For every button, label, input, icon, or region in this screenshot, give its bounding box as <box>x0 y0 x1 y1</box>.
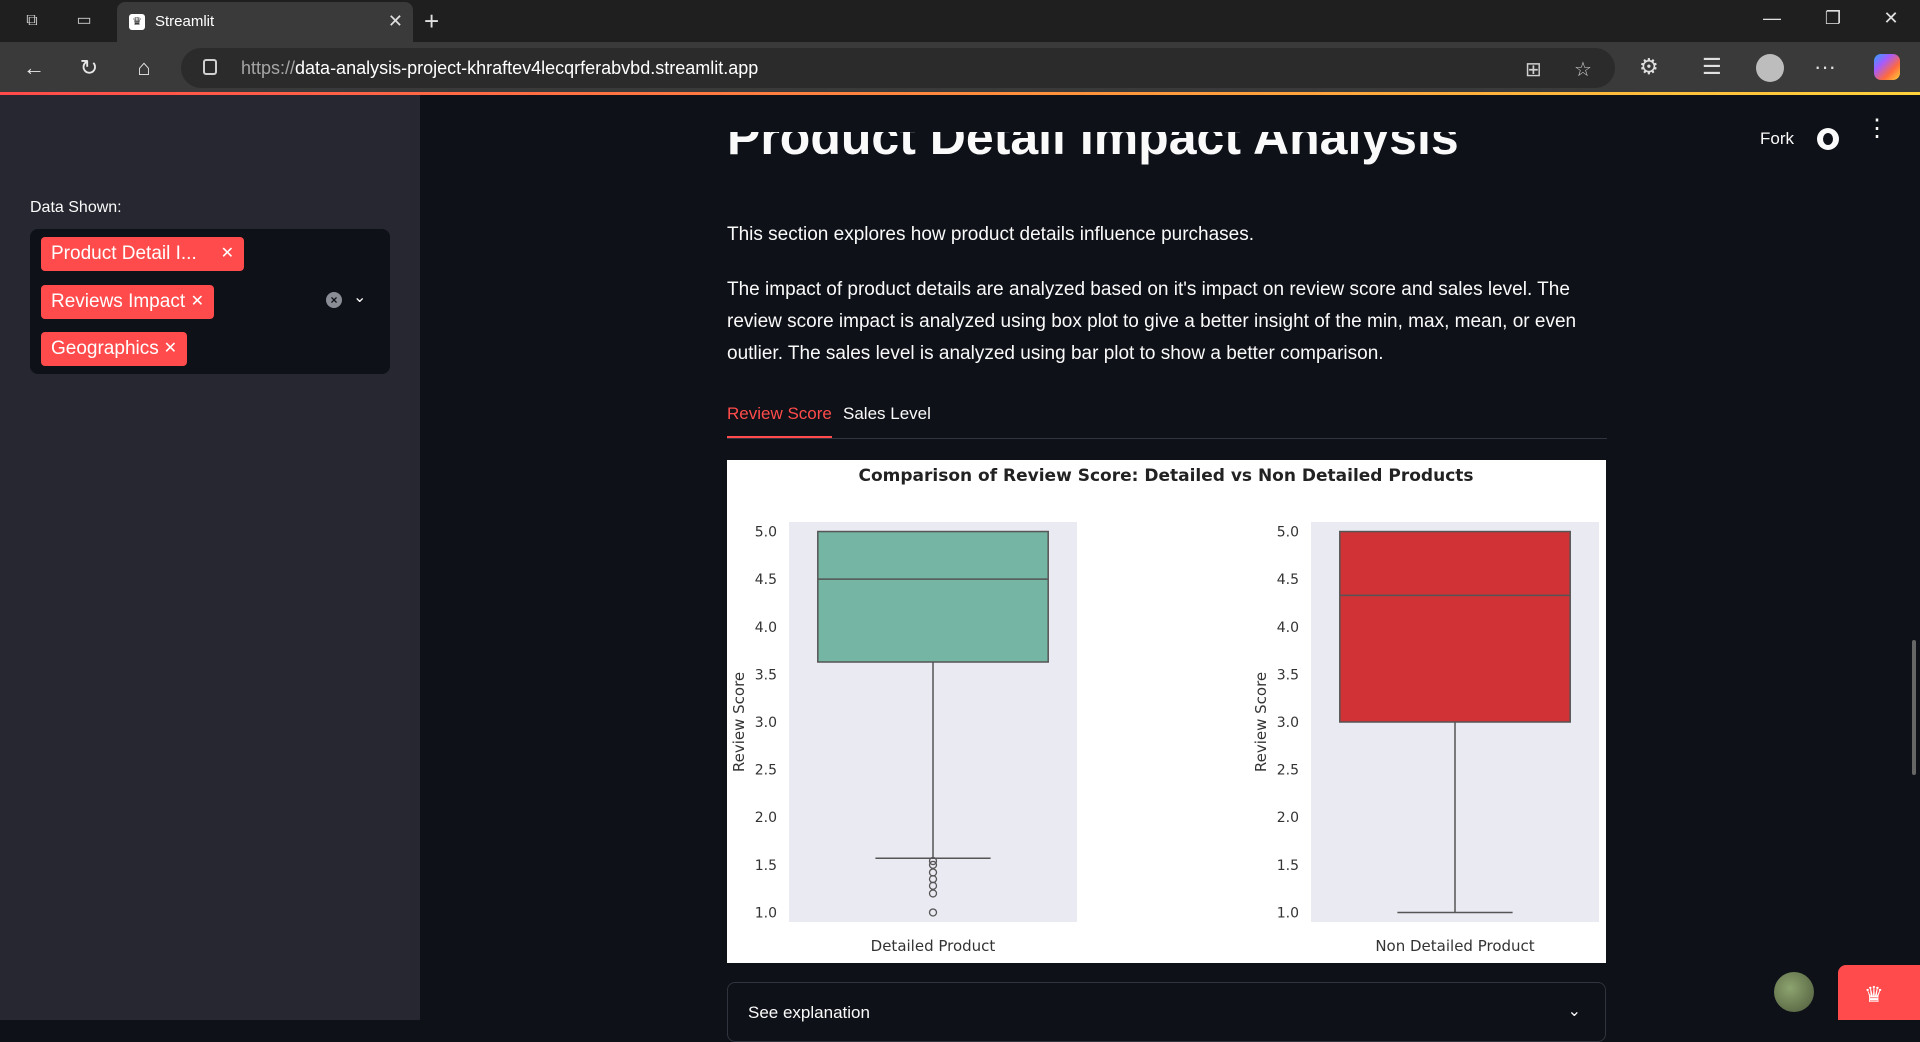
y-tick-label: 4.0 <box>755 620 777 636</box>
tab-title: Streamlit <box>155 13 215 30</box>
boxplot-svg: Comparison of Review Score: Detailed vs … <box>730 466 1599 955</box>
y-tick-label: 2.5 <box>755 763 777 779</box>
streamlit-badge[interactable]: ♛ <box>1838 965 1920 1020</box>
url-text[interactable]: https://data-analysis-project-khraftev4l… <box>241 58 758 79</box>
window-close-icon[interactable]: ✕ <box>1876 8 1906 29</box>
close-tab-icon[interactable]: ✕ <box>388 11 403 32</box>
expander-label: See explanation <box>748 1003 870 1022</box>
new-tab-icon[interactable]: + <box>424 6 439 37</box>
tab-review-score[interactable]: Review Score <box>727 404 832 438</box>
y-tick-label: 1.5 <box>1277 858 1299 874</box>
browser-toolbar: ← ↻ ⌂ https://data-analysis-project-khra… <box>0 42 1920 94</box>
y-axis-label: Review Score <box>1252 672 1270 772</box>
chip-product-detail[interactable]: Product Detail I... ✕ <box>41 237 244 271</box>
chip-label: Geographics <box>51 338 159 359</box>
viewer-avatar[interactable] <box>1774 972 1814 1012</box>
boxplot-chart: Comparison of Review Score: Detailed vs … <box>727 460 1606 963</box>
tab-list: Review Score Sales Level <box>727 396 1607 439</box>
copilot-icon[interactable] <box>1874 54 1900 80</box>
data-shown-multiselect[interactable]: Product Detail I... ✕ Reviews Impact ✕ G… <box>30 229 390 374</box>
extensions-icon[interactable]: ⚙ <box>1639 54 1659 80</box>
y-tick-label: 1.0 <box>1277 905 1299 921</box>
page-title: Product Detail Impact Analysis <box>727 132 1459 165</box>
home-icon[interactable]: ⌂ <box>132 56 156 80</box>
browser-tab-bar: ⧉ ▭ ♛ Streamlit ✕ + — ❐ ✕ <box>0 0 1920 42</box>
x-tick-label: Detailed Product <box>871 937 996 955</box>
intro-text: This section explores how product detail… <box>727 224 1255 245</box>
y-tick-label: 4.5 <box>1277 572 1299 588</box>
y-tick-label: 5.0 <box>755 525 777 541</box>
data-shown-label: Data Shown: <box>30 199 122 216</box>
page-scrollbar[interactable] <box>1912 640 1916 775</box>
y-tick-label: 3.5 <box>1277 667 1299 683</box>
more-options-icon[interactable]: ··· <box>1814 54 1836 80</box>
y-tick-label: 3.5 <box>755 667 777 683</box>
crown-icon: ♛ <box>1864 982 1884 1007</box>
app-available-icon[interactable]: ⊞ <box>1525 57 1542 82</box>
remove-chip-icon[interactable]: ✕ <box>191 285 204 319</box>
y-tick-label: 2.5 <box>1277 763 1299 779</box>
chart-title: Comparison of Review Score: Detailed vs … <box>858 466 1473 486</box>
chevron-down-icon[interactable]: ⌄ <box>1568 1001 1581 1021</box>
y-tick-label: 2.0 <box>1277 810 1299 826</box>
profile-avatar[interactable] <box>1756 54 1784 82</box>
description-text: The impact of product details are analyz… <box>727 279 1577 364</box>
clear-all-icon[interactable]: × <box>326 292 342 308</box>
remove-chip-icon[interactable]: ✕ <box>221 237 234 271</box>
fork-button[interactable]: Fork <box>1760 129 1794 149</box>
remove-chip-icon[interactable]: ✕ <box>164 332 177 366</box>
y-tick-label: 5.0 <box>1277 525 1299 541</box>
chip-reviews-impact[interactable]: Reviews Impact ✕ <box>41 285 214 319</box>
y-axis-label: Review Score <box>730 672 748 772</box>
y-tick-label: 2.0 <box>755 810 777 826</box>
see-explanation-expander[interactable]: See explanation ⌄ <box>727 982 1606 1042</box>
box <box>1339 530 1571 723</box>
y-tick-label: 1.0 <box>755 905 777 921</box>
tab-actions-icon[interactable]: ▭ <box>74 11 94 31</box>
restore-icon[interactable]: ❐ <box>1818 8 1848 29</box>
box <box>817 530 1049 663</box>
main-menu-icon[interactable]: ⋮ <box>1865 117 1889 141</box>
streamlit-favicon-icon: ♛ <box>129 14 145 30</box>
chip-geographics[interactable]: Geographics ✕ <box>41 332 187 366</box>
favorite-star-icon[interactable]: ☆ <box>1574 57 1592 82</box>
browser-tab[interactable]: ♛ Streamlit ✕ <box>117 2 413 42</box>
minimize-icon[interactable]: — <box>1757 8 1787 29</box>
lock-icon[interactable] <box>203 59 217 75</box>
chevron-down-icon[interactable]: ⌄ <box>353 287 366 307</box>
x-tick-label: Non Detailed Product <box>1375 937 1534 955</box>
y-tick-label: 4.0 <box>1277 620 1299 636</box>
y-tick-label: 3.0 <box>1277 715 1299 731</box>
y-tick-label: 4.5 <box>755 572 777 588</box>
favorites-icon[interactable]: ☰ <box>1702 54 1722 80</box>
tab-sales-level[interactable]: Sales Level <box>843 404 931 436</box>
github-icon[interactable] <box>1817 128 1839 150</box>
refresh-icon[interactable]: ↻ <box>77 56 101 80</box>
chip-label: Product Detail I... <box>51 243 197 264</box>
chip-label: Reviews Impact <box>51 291 186 312</box>
y-tick-label: 3.0 <box>755 715 777 731</box>
back-icon[interactable]: ← <box>22 56 46 80</box>
workspaces-icon[interactable]: ⧉ <box>22 11 42 31</box>
y-tick-label: 1.5 <box>755 858 777 874</box>
address-bar[interactable]: https://data-analysis-project-khraftev4l… <box>181 48 1615 88</box>
